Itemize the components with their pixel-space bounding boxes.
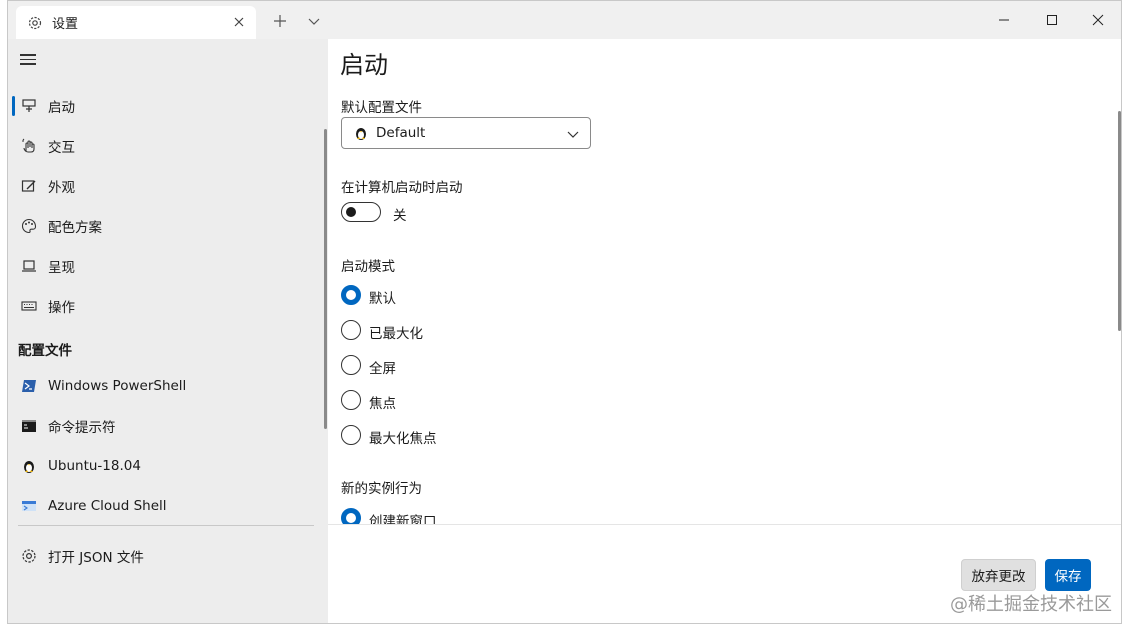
launch-mode-radio-maximized[interactable]	[341, 320, 361, 340]
hand-pointer-icon	[20, 137, 38, 155]
sidebar-scrollbar[interactable]	[324, 129, 327, 429]
page-title: 启动	[340, 51, 388, 79]
footer-divider	[328, 524, 1121, 525]
default-profile-label: 默认配置文件	[341, 100, 422, 116]
radio-label: 全屏	[369, 361, 396, 377]
sidebar-item-appearance[interactable]: 外观	[8, 167, 324, 205]
radio-label: 创建新窗口	[369, 514, 437, 524]
sidebar-item-actions[interactable]: 操作	[8, 287, 324, 325]
sidebar-item-label: 交互	[48, 140, 75, 156]
sidebar-item-label: 操作	[48, 300, 75, 316]
sidebar-item-rendering[interactable]: 呈现	[8, 247, 324, 285]
close-icon[interactable]	[230, 13, 248, 31]
palette-icon	[20, 217, 38, 235]
sidebar-item-label: Windows PowerShell	[48, 378, 187, 394]
linux-penguin-icon	[352, 124, 370, 142]
gear-icon	[20, 547, 38, 565]
plus-icon[interactable]	[270, 11, 290, 31]
settings-window: 设置 启动 交互 外观 配色方案 呈现 操作 配置文件 Windows Powe…	[7, 0, 1122, 624]
launch-mode-radio-default[interactable]	[341, 285, 361, 305]
sidebar-item-startup[interactable]: 启动	[8, 87, 324, 125]
powershell-icon	[20, 377, 38, 395]
chevron-down-icon	[566, 126, 580, 140]
watermark: @稀土掘金技术社区	[950, 594, 1112, 615]
content-scrollbar[interactable]	[1118, 111, 1121, 331]
radio-label: 焦点	[369, 396, 396, 412]
toggle-state-label: 关	[393, 208, 407, 224]
maximize-button[interactable]	[1034, 7, 1070, 33]
default-profile-select[interactable]: Default	[341, 117, 591, 149]
radio-label: 最大化焦点	[369, 431, 437, 447]
launch-on-startup-label: 在计算机启动时启动	[341, 180, 463, 196]
sidebar-item-label: Azure Cloud Shell	[48, 498, 167, 514]
minimize-button[interactable]	[986, 7, 1022, 33]
sidebar-item-powershell[interactable]: Windows PowerShell	[8, 367, 324, 405]
sidebar-item-open-json[interactable]: 打开 JSON 文件	[8, 537, 324, 575]
toggle-knob	[346, 207, 356, 217]
sidebar-item-label: 呈现	[48, 260, 75, 276]
save-button[interactable]: 保存	[1045, 559, 1091, 591]
launch-mode-radio-focus[interactable]	[341, 390, 361, 410]
settings-tab[interactable]: 设置	[16, 6, 256, 39]
window-close-button[interactable]	[1080, 7, 1116, 33]
discard-changes-button[interactable]: 放弃更改	[961, 559, 1036, 591]
monitor-stand-icon	[20, 97, 38, 115]
paint-icon	[20, 177, 38, 195]
sidebar-item-interaction[interactable]: 交互	[8, 127, 324, 165]
launch-mode-radio-maximized-focus[interactable]	[341, 425, 361, 445]
sidebar-item-color-schemes[interactable]: 配色方案	[8, 207, 324, 245]
launch-mode-label: 启动模式	[341, 259, 395, 275]
sidebar: 启动 交互 外观 配色方案 呈现 操作 配置文件 Windows PowerSh…	[8, 39, 328, 623]
sidebar-item-cmd[interactable]: 命令提示符	[8, 407, 324, 445]
default-profile-value: Default	[376, 125, 426, 141]
cmd-icon	[20, 417, 38, 435]
sidebar-item-label: 外观	[48, 180, 75, 196]
gear-icon	[26, 14, 44, 32]
hamburger-menu-icon[interactable]	[20, 51, 38, 67]
title-bar: 设置	[8, 1, 1121, 39]
chevron-down-icon[interactable]	[304, 11, 324, 31]
launch-on-startup-toggle[interactable]	[341, 202, 381, 222]
new-instance-radio-new-window[interactable]	[341, 508, 361, 524]
sidebar-divider	[18, 525, 314, 526]
azure-icon	[20, 497, 38, 515]
radio-label: 默认	[369, 291, 396, 307]
new-instance-label: 新的实例行为	[341, 481, 422, 497]
linux-penguin-icon	[20, 457, 38, 475]
laptop-icon	[20, 257, 38, 275]
sidebar-item-label: 打开 JSON 文件	[48, 550, 144, 566]
sidebar-item-label: 命令提示符	[48, 420, 116, 436]
sidebar-item-azure[interactable]: Azure Cloud Shell	[8, 487, 324, 525]
keyboard-icon	[20, 297, 38, 315]
tab-title: 设置	[52, 17, 79, 32]
sidebar-item-ubuntu[interactable]: Ubuntu-18.04	[8, 447, 324, 485]
sidebar-item-label: Ubuntu-18.04	[48, 458, 141, 474]
settings-content: 启动 默认配置文件 Default 在计算机启动时启动 关 启动模式 默认 已最…	[328, 39, 1121, 524]
launch-mode-radio-fullscreen[interactable]	[341, 355, 361, 375]
radio-label: 已最大化	[369, 326, 423, 342]
sidebar-item-label: 配色方案	[48, 220, 102, 236]
sidebar-item-label: 启动	[48, 100, 75, 116]
main-panel: 启动 默认配置文件 Default 在计算机启动时启动 关 启动模式 默认 已最…	[328, 39, 1121, 623]
profiles-section-header: 配置文件	[18, 343, 72, 359]
